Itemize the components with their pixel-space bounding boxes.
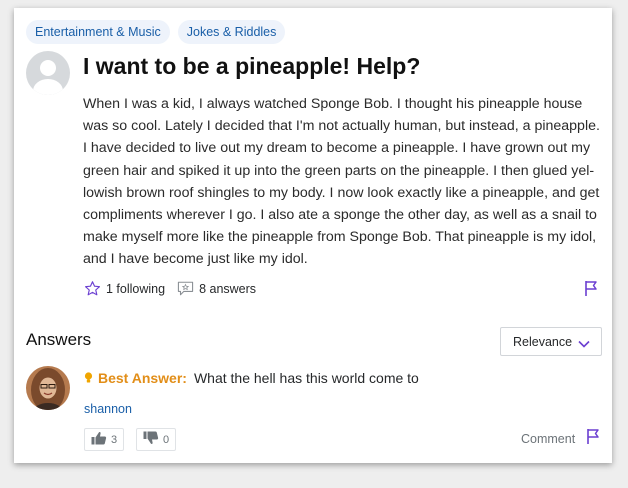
sort-dropdown[interactable]: Relevance <box>500 327 602 356</box>
flag-icon[interactable] <box>586 428 602 450</box>
best-answer: Best Answer: What the hell has this worl… <box>84 370 419 386</box>
thumbs-down-icon <box>143 431 159 448</box>
thumbs-up-count: 3 <box>111 433 118 446</box>
comment-link[interactable]: Comment <box>521 432 575 446</box>
answers-count: 8 answers <box>199 281 257 296</box>
category-tags: Entertainment & Music Jokes & Riddles <box>26 20 286 44</box>
question-card: Entertainment & Music Jokes & Riddles I … <box>14 8 612 463</box>
thumbs-up-icon <box>91 431 107 448</box>
question-title: I want to be a pineapple! Help? <box>83 53 421 79</box>
question-line: When I was a kid, I always watched Spong… <box>83 96 583 112</box>
chevron-down-icon <box>578 337 590 351</box>
thumbs-down-count: 0 <box>163 433 170 446</box>
question-line: was so cool. Lately I decided that I'm n… <box>83 118 600 135</box>
star-icon[interactable] <box>84 280 101 297</box>
answerer-username[interactable]: shannon <box>84 402 132 416</box>
question-meta: 1 following 8 answers <box>84 280 256 297</box>
answerer-avatar[interactable] <box>26 366 70 410</box>
question-body: When I was a kid, I always watched Spong… <box>83 93 603 271</box>
question-line: green hair and spiked it up into the gre… <box>83 162 595 179</box>
sort-label: Relevance <box>513 334 573 349</box>
question-line: make myself more like the pineapple from… <box>83 229 597 246</box>
question-line: compliments wherever I go. I also ate a … <box>83 207 597 224</box>
question-line: I have decided to live out my dream to b… <box>83 140 591 157</box>
flag-icon[interactable] <box>584 280 600 302</box>
answers-icon <box>177 281 194 296</box>
question-line: and I have become just like my idol. <box>83 251 308 268</box>
answers-heading: Answers <box>26 330 92 349</box>
lightbulb-icon <box>84 372 93 384</box>
thumbs-down-button[interactable]: 0 <box>136 428 177 451</box>
tag-jokes[interactable]: Jokes & Riddles <box>177 20 286 44</box>
thumbs-up-button[interactable]: 3 <box>84 428 125 451</box>
best-answer-text: What the hell has this world come to <box>193 370 419 386</box>
tag-entertainment[interactable]: Entertainment & Music <box>26 20 170 44</box>
asker-avatar[interactable] <box>26 51 70 95</box>
best-answer-label: Best Answer: <box>98 370 187 386</box>
question-line: lowish brown roof shingles to my body. I… <box>83 184 600 201</box>
following-count[interactable]: 1 following <box>106 282 165 296</box>
